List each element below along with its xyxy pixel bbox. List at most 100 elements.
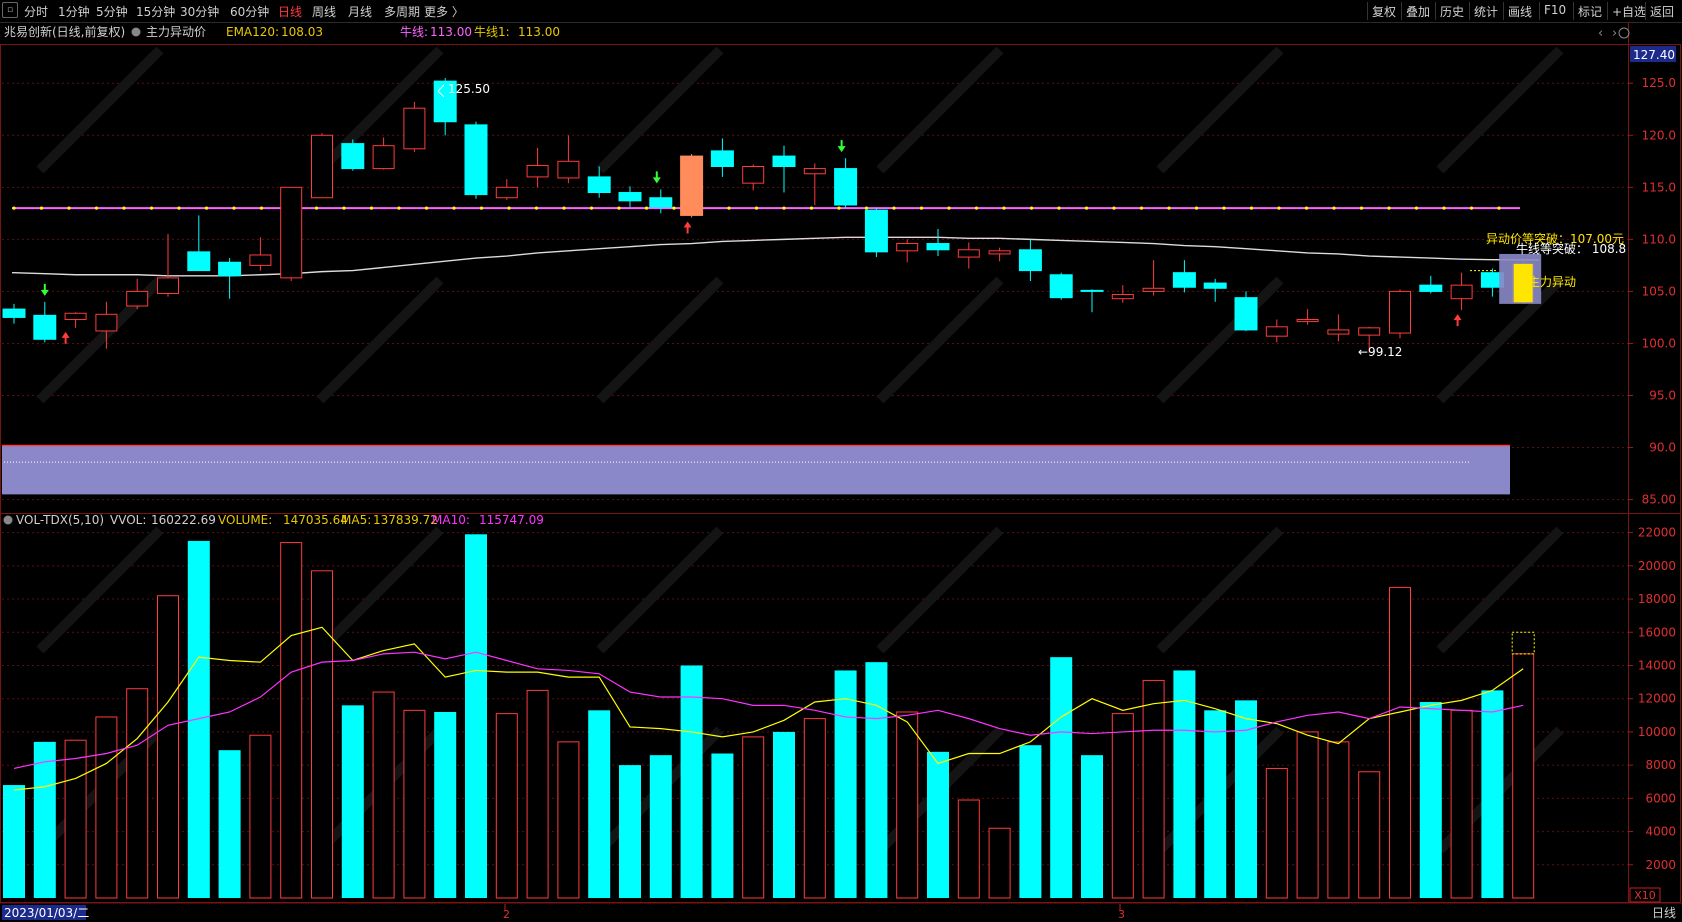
candle-body-up: [249, 254, 272, 266]
price-tick-label: 105.0: [1642, 284, 1676, 298]
toolbar-button-0[interactable]: 复权: [1372, 3, 1396, 20]
toolbar-button-7[interactable]: +自选: [1612, 3, 1646, 20]
volume-bar-down: [711, 753, 734, 898]
bull-line-dot: [204, 206, 209, 210]
candle-body-down: [2, 308, 26, 318]
candle-body-up: [557, 160, 580, 179]
bull-line-dot: [562, 206, 566, 210]
candle-body-up: [1296, 319, 1319, 323]
bull-line-dot: [1222, 206, 1226, 210]
period-tab-3[interactable]: 15分钟: [136, 3, 175, 20]
toolbar-button-8[interactable]: 返回: [1650, 3, 1674, 20]
candle-body-down: [1203, 282, 1227, 289]
volume-bar-up: [1389, 586, 1411, 899]
candle-body-down: [187, 251, 211, 272]
candle-body-down: [1172, 272, 1196, 288]
annotation-main-signal: 主力异动: [1528, 275, 1576, 289]
volume-bar-down: [619, 765, 641, 898]
volume-tick-label: 12000: [1638, 692, 1676, 706]
bull-line-dot: [397, 206, 401, 210]
volume-bar-down: [434, 711, 457, 898]
volume-bar-down: [773, 731, 795, 898]
bull-line-dot: [452, 206, 456, 210]
indicator-value-2: 113.00: [518, 25, 560, 39]
volume-bar-up: [1512, 653, 1535, 899]
bull-line-dot: [232, 206, 236, 210]
period-tab-2[interactable]: 5分钟: [96, 3, 128, 20]
volume-bar-down: [1419, 702, 1442, 898]
bull-line-dot: [644, 206, 649, 210]
bull-line-dot: [809, 206, 814, 210]
bull-line-dot: [1139, 206, 1144, 210]
volume-bar-up: [1327, 741, 1350, 899]
toolbar-button-5[interactable]: F10: [1544, 3, 1566, 17]
period-tab-10[interactable]: 更多 〉: [424, 3, 464, 20]
toolbar-button-2[interactable]: 历史: [1440, 3, 1464, 20]
bull-line-dot: [67, 206, 71, 210]
toolbar-separator: [1645, 2, 1646, 20]
volume-label-1: VOLUME:: [218, 513, 272, 527]
volume-bar-down: [649, 755, 672, 898]
period-tab-1[interactable]: 1分钟: [58, 3, 90, 20]
watermark-glyph: [596, 46, 724, 174]
period-tab-8[interactable]: 月线: [348, 3, 372, 20]
candle-body-down: [710, 150, 734, 168]
bull-line-dot: [864, 206, 869, 210]
volume-bar-up: [1296, 731, 1319, 899]
toolbar-separator: [1539, 2, 1540, 20]
toolbar-button-3[interactable]: 统计: [1474, 3, 1498, 20]
kline-panel-frame: [0, 44, 1681, 514]
toolbar-button-4[interactable]: 画线: [1508, 3, 1532, 20]
volume-bar-up: [742, 736, 765, 899]
bull-line: [12, 206, 1520, 210]
toolbar-separator: [1469, 2, 1470, 20]
bull-line-dot: [1277, 206, 1281, 210]
period-tab-9[interactable]: 多周期: [384, 3, 420, 20]
candle-body-down: [341, 143, 365, 170]
period-tab-4[interactable]: 30分钟: [180, 3, 219, 20]
volume-bar-up: [280, 542, 303, 899]
watermark-glyph: [876, 46, 1004, 174]
candle-body-up: [126, 290, 149, 307]
bull-line-dot: [1084, 206, 1089, 210]
bull-line-dot: [1112, 206, 1116, 210]
volume-bar-up: [157, 595, 179, 899]
band-fill: [2, 445, 1510, 495]
stock-chart[interactable]: 125.0 120.0 115.0 110.0 105.0 100.0 95.0 90.0 85…: [0, 0, 1682, 922]
period-tab-5[interactable]: 60分钟: [230, 3, 269, 20]
chart-title: 兆易创新(日线,前复权): [4, 24, 125, 39]
chevron-right-icon: ›: [1612, 26, 1617, 41]
volume-bar-down: [1173, 670, 1196, 898]
volume-bar-down: [341, 705, 364, 898]
bull-line-dot: [974, 206, 979, 210]
volume-bar-up: [64, 739, 87, 899]
volume-tick-label: 14000: [1638, 658, 1676, 672]
period-tab-6[interactable]: 日线: [278, 3, 302, 20]
date-axis: 2023/01/03/二 2 3 日线: [0, 902, 1682, 922]
volume-bar-down: [465, 534, 487, 898]
toolbar-button-1[interactable]: 叠加: [1406, 3, 1430, 20]
candle-body-up: [157, 277, 179, 294]
candle-body-down: [1080, 289, 1104, 292]
window-menu-icon[interactable]: ▫: [2, 2, 18, 18]
period-tab-7[interactable]: 周线: [312, 3, 336, 20]
period-tab-0[interactable]: 分时: [24, 3, 48, 20]
volume-label-0: VVOL:: [110, 513, 146, 527]
volume-tick-label: 6000: [1645, 791, 1676, 805]
price-tick-label: 125.0: [1642, 76, 1676, 90]
volume-bar-up: [495, 713, 518, 899]
volume-bar-up: [526, 689, 549, 899]
down-arrow-icon: [837, 140, 846, 153]
up-arrow-icon: [683, 221, 692, 234]
bull-line-dot: [1249, 206, 1254, 210]
volume-bar-up: [1111, 713, 1134, 899]
down-arrow-icon: [40, 283, 49, 296]
candle-body-up: [742, 166, 765, 184]
period-indicator: 日线: [1652, 906, 1676, 920]
candle-body-down: [1049, 274, 1073, 299]
candle-body-up: [803, 168, 826, 175]
candle-body-up: [280, 186, 303, 279]
toolbar-button-6[interactable]: 标记: [1578, 3, 1602, 20]
indicator-name: 主力异动价: [146, 25, 206, 39]
volume-bar-up: [372, 691, 395, 899]
